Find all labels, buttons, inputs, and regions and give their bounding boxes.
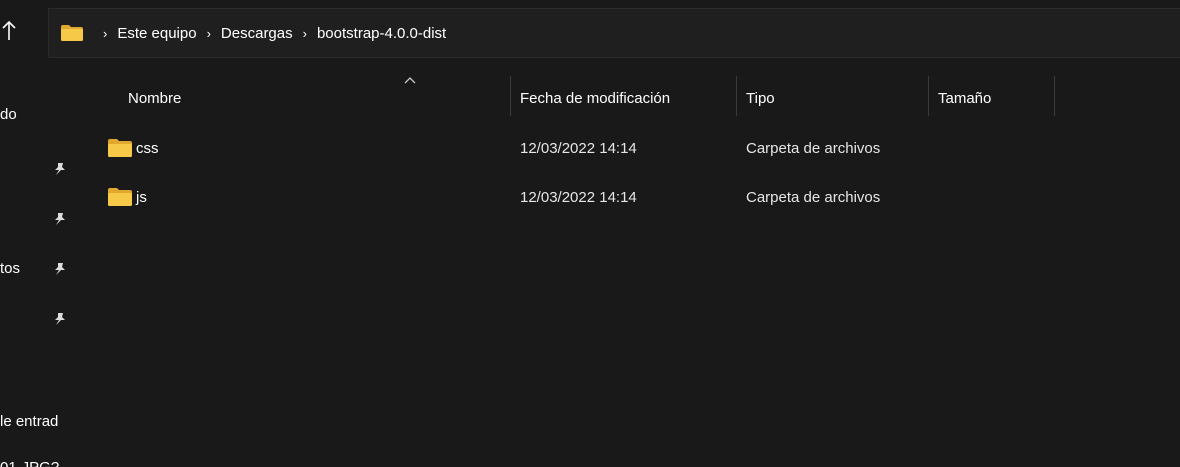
navigation-pane: do tos le entrad 01-JPG? (0, 66, 80, 467)
file-modified: 12/03/2022 14:14 (520, 188, 637, 206)
file-type: Carpeta de archivos (746, 188, 881, 206)
column-divider[interactable] (928, 76, 929, 116)
nav-item-bandeja-de-entrada[interactable]: le entrad (0, 413, 58, 430)
chevron-right-icon[interactable]: › (103, 27, 107, 40)
pin-icon[interactable] (54, 212, 66, 226)
chevron-right-icon[interactable]: › (207, 27, 211, 40)
column-header-name[interactable]: Nombre (128, 76, 181, 120)
pin-icon[interactable] (54, 262, 66, 276)
chevron-up-icon (404, 72, 416, 84)
file-name-cell[interactable]: js (108, 179, 147, 215)
column-header-modified[interactable]: Fecha de modificación (520, 76, 670, 120)
arrow-up-icon[interactable] (2, 20, 18, 44)
pin-icon[interactable] (54, 162, 66, 176)
file-name: css (136, 139, 159, 157)
address-bar[interactable]: › Este equipo › Descargas › bootstrap-4.… (48, 8, 1180, 58)
column-divider[interactable] (1054, 76, 1055, 116)
folder-icon (108, 188, 132, 206)
breadcrumb-item-descargas[interactable]: Descargas (221, 25, 293, 42)
nav-item-documentos[interactable]: tos (0, 260, 20, 277)
column-header-type[interactable]: Tipo (746, 76, 775, 120)
nav-item-quick-access[interactable]: do (0, 106, 17, 123)
file-modified: 12/03/2022 14:14 (520, 139, 637, 157)
folder-icon (108, 139, 132, 157)
navigation-bar: › Este equipo › Descargas › bootstrap-4.… (0, 0, 1180, 66)
list-item[interactable]: css 12/03/2022 14:14 Carpeta de archivos (100, 130, 1180, 166)
column-divider[interactable] (510, 76, 511, 116)
breadcrumb-item-este-equipo[interactable]: Este equipo (117, 25, 196, 42)
nav-item-jpg-folder[interactable]: 01-JPG? (0, 459, 59, 467)
folder-icon (61, 25, 83, 41)
breadcrumb-item-current-folder[interactable]: bootstrap-4.0.0-dist (317, 25, 446, 42)
column-header-size[interactable]: Tamaño (938, 76, 991, 120)
file-name-cell[interactable]: css (108, 130, 159, 166)
file-name: js (136, 188, 147, 206)
list-item[interactable]: js 12/03/2022 14:14 Carpeta de archivos (100, 179, 1180, 215)
file-explorer-window: › Este equipo › Descargas › bootstrap-4.… (0, 0, 1180, 467)
file-type: Carpeta de archivos (746, 139, 881, 157)
column-divider[interactable] (736, 76, 737, 116)
column-header-row: Nombre Fecha de modificación Tipo Tamaño (100, 76, 1180, 120)
pin-icon[interactable] (54, 312, 66, 326)
chevron-right-icon[interactable]: › (303, 27, 307, 40)
breadcrumb: › Este equipo › Descargas › bootstrap-4.… (61, 9, 446, 57)
